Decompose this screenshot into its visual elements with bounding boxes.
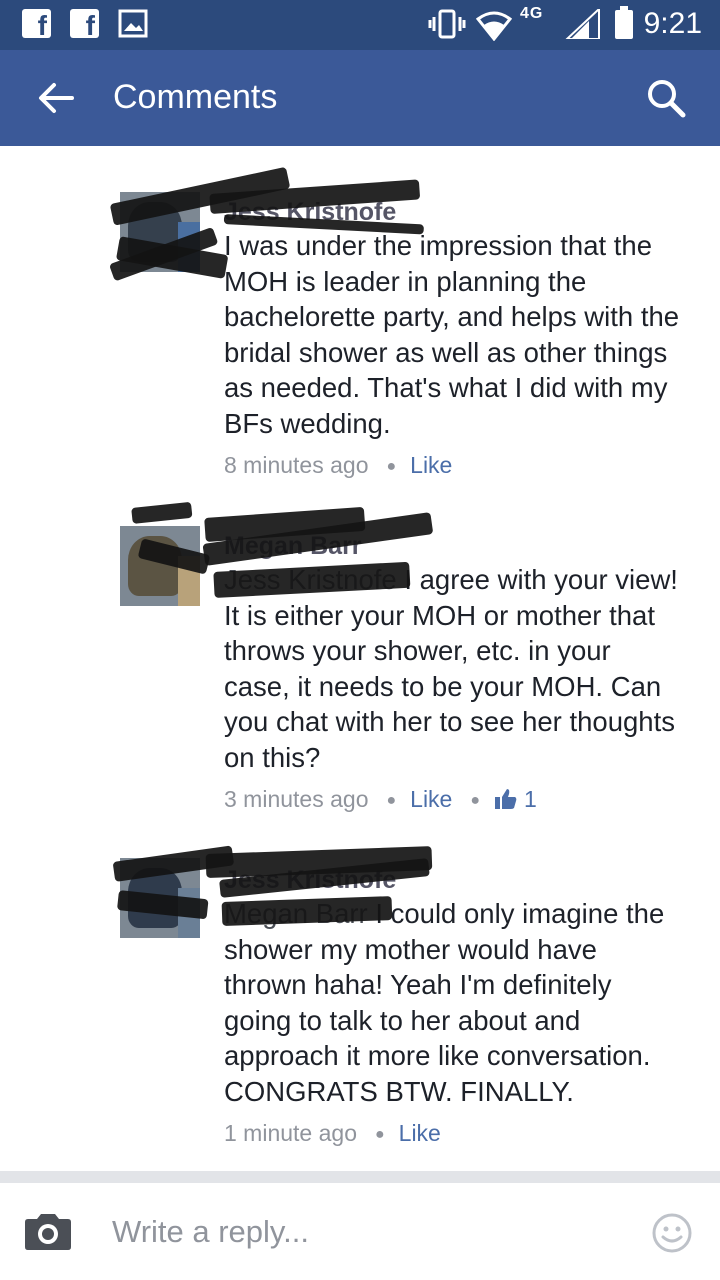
- image-icon: [118, 9, 148, 38]
- reply-input[interactable]: [112, 1209, 632, 1255]
- comment-body: I could only imagine the shower my mothe…: [224, 898, 665, 1107]
- like-button[interactable]: Like: [410, 452, 452, 478]
- thumbs-up-icon: [495, 789, 517, 809]
- comment-text: I was under the impression that the MOH …: [224, 230, 680, 439]
- redaction-scribble: [131, 501, 193, 524]
- reply-composer: [0, 1183, 720, 1280]
- like-button[interactable]: Like: [410, 786, 452, 812]
- vibrate-icon: [428, 9, 466, 39]
- network-type: 4G: [520, 5, 544, 22]
- battery-icon: [615, 6, 633, 39]
- comment-body: I agree with your view! It is either you…: [224, 564, 678, 773]
- clock: 9:21: [643, 7, 702, 40]
- camera-icon[interactable]: [22, 1212, 74, 1252]
- app-bar: Comments: [0, 50, 720, 146]
- comment-text: Jess Kristnofe I agree with your view! I…: [224, 562, 684, 775]
- comment-time: 3 minutes ago: [224, 786, 369, 812]
- wifi-icon: [476, 11, 512, 41]
- separator-dot: ●: [374, 1125, 385, 1143]
- comment-text: Megan Barr I could only imagine the show…: [224, 896, 684, 1109]
- comment-time: 8 minutes ago: [224, 452, 369, 478]
- separator-dot: ●: [470, 791, 481, 809]
- smiley-icon[interactable]: [651, 1212, 693, 1254]
- comment-meta: 8 minutes ago ● Like: [224, 452, 452, 479]
- comment-meta: 1 minute ago ● Like: [224, 1120, 441, 1147]
- separator-dot: ●: [386, 791, 397, 809]
- search-icon[interactable]: [646, 78, 686, 118]
- signal-icon: [565, 9, 600, 39]
- facebook-icon: f: [22, 9, 51, 38]
- facebook-icon: f: [70, 9, 99, 38]
- comments-list: Jess Kristnofe I was under the impressio…: [0, 146, 720, 1171]
- like-count[interactable]: 1: [524, 786, 537, 812]
- separator-dot: ●: [386, 457, 397, 475]
- back-arrow-icon[interactable]: [36, 78, 76, 118]
- status-bar: f f 4G 9:21: [0, 0, 720, 50]
- comment-meta: 3 minutes ago ● Like ● 1: [224, 786, 537, 813]
- divider: [0, 1171, 720, 1183]
- comment-time: 1 minute ago: [224, 1120, 357, 1146]
- like-button[interactable]: Like: [399, 1120, 441, 1146]
- page-title: Comments: [113, 78, 278, 116]
